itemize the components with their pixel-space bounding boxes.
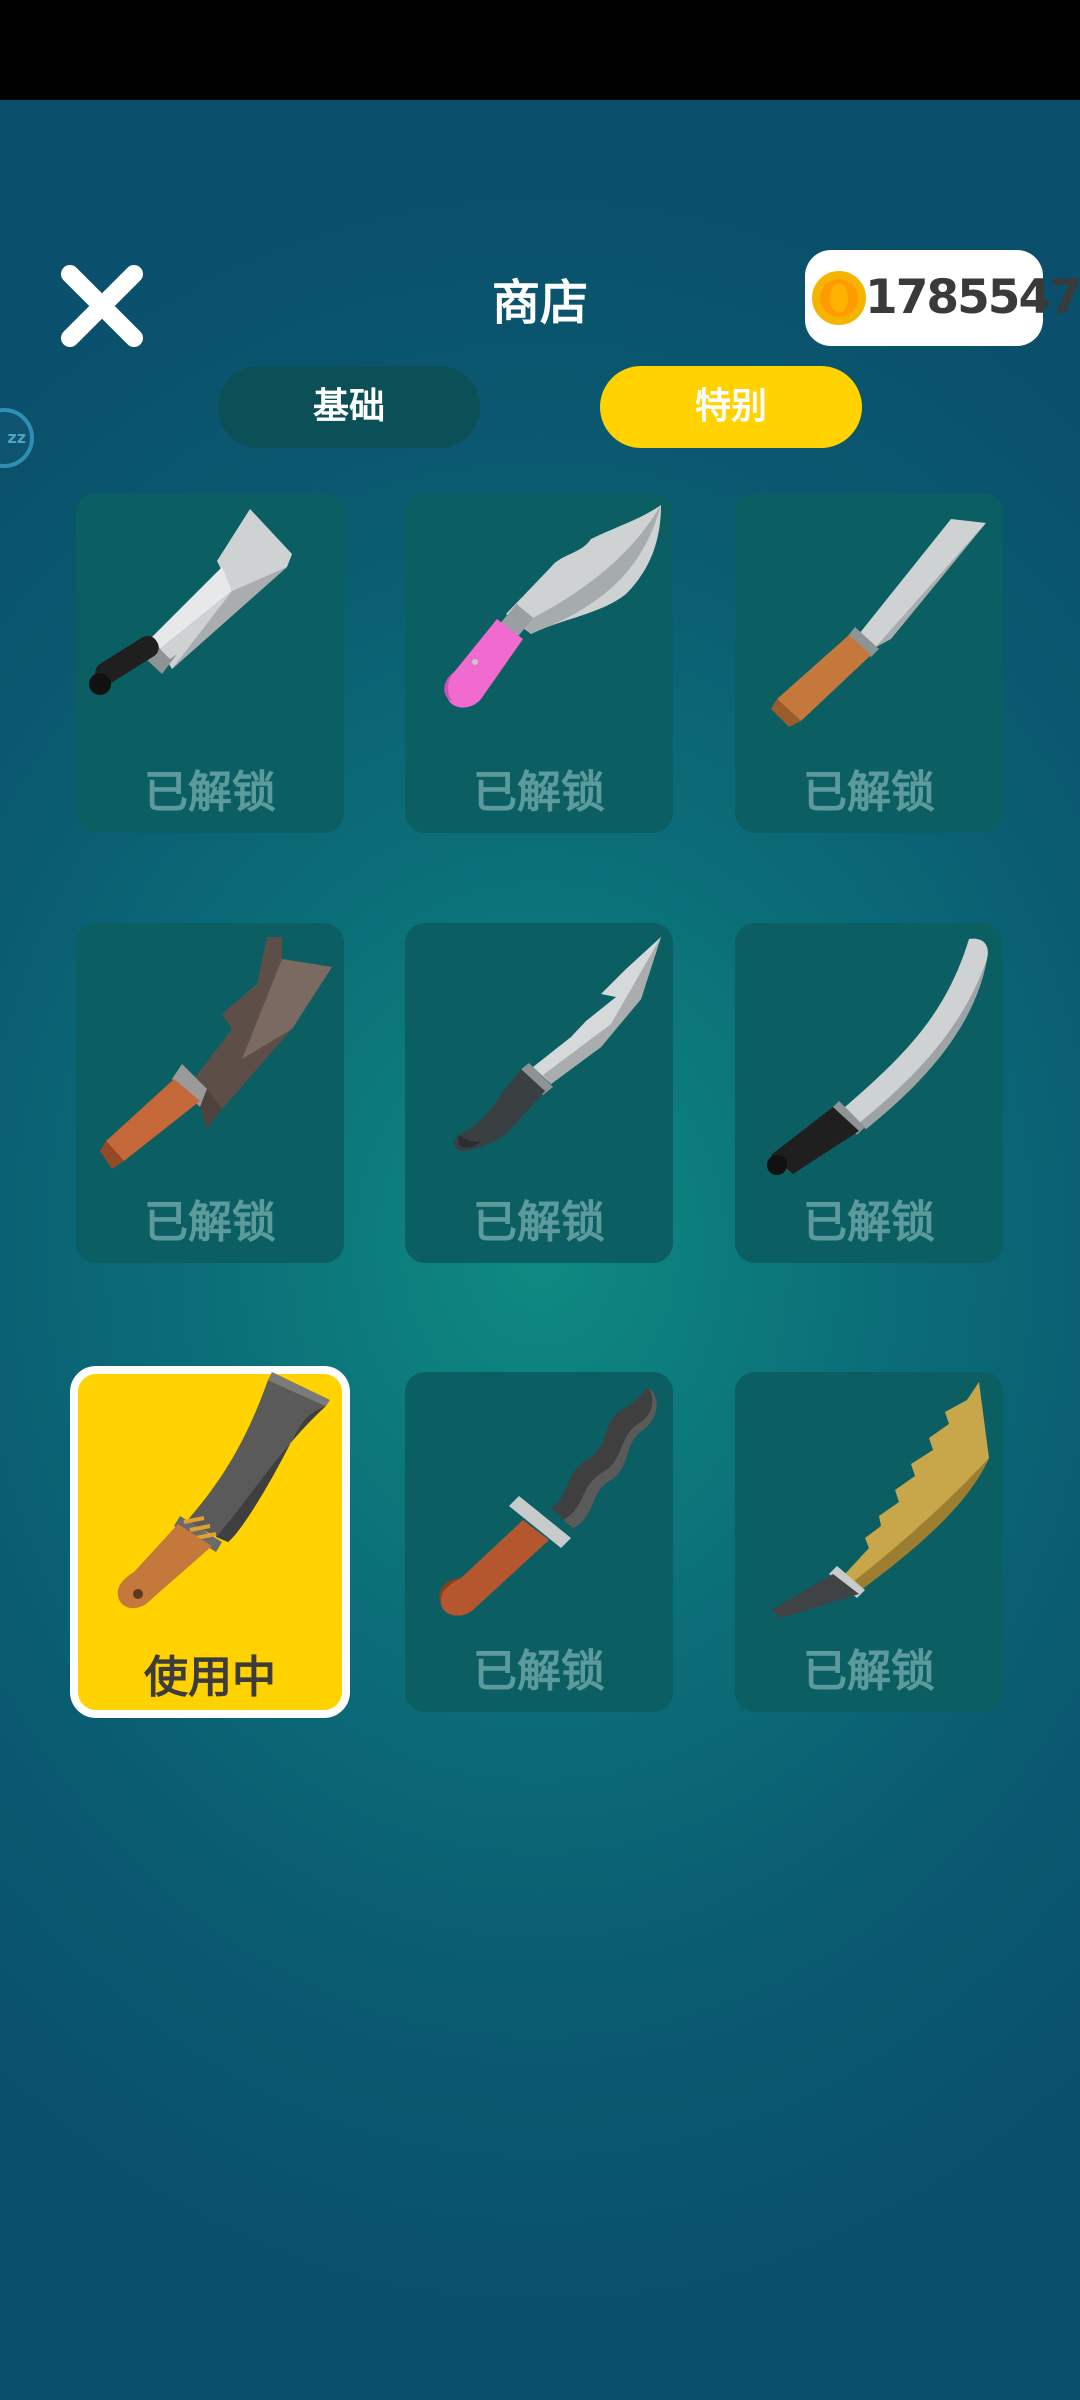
coin-icon — [809, 268, 869, 328]
shop-item-serrated-hunting-knife[interactable]: 已解锁 — [405, 923, 673, 1263]
side-sleep-badge[interactable]: zz — [0, 408, 34, 468]
item-status: 已解锁 — [473, 1197, 605, 1248]
machete-icon — [76, 1372, 332, 1628]
shop-item-pink-handle-hook-knife[interactable]: 已解锁 — [405, 493, 673, 833]
item-status: 已解锁 — [144, 1197, 276, 1248]
hunting-knife-icon — [411, 929, 667, 1185]
hook-knife-icon — [411, 499, 667, 755]
shop-item-rusty-notched-cleaver[interactable]: 已解锁 — [76, 923, 344, 1263]
item-status: 已解锁 — [803, 1197, 935, 1248]
serrated-sword-icon — [741, 1378, 997, 1634]
close-icon — [61, 265, 143, 347]
item-status: 已解锁 — [473, 1646, 605, 1697]
page-title: 商店 — [491, 275, 588, 331]
shop-item-black-handle-cleaver[interactable]: 已解锁 — [76, 493, 344, 833]
item-status: 使用中 — [144, 1652, 276, 1703]
notched-cleaver-icon — [82, 929, 338, 1185]
shop-item-golden-serrated-sword[interactable]: 已解锁 — [735, 1372, 1003, 1712]
coin-balance: 1785547 — [805, 250, 1080, 346]
scimitar-knife-icon — [741, 929, 997, 1185]
shop-item-curved-scimitar-knife[interactable]: 已解锁 — [735, 923, 1003, 1263]
shop-item-machete-blade[interactable]: 使用中 — [70, 1366, 350, 1718]
item-status: 已解锁 — [144, 767, 276, 818]
coin-count: 1785547 — [865, 270, 1080, 325]
item-status: 已解锁 — [803, 767, 935, 818]
status-bar — [0, 0, 1080, 100]
tab-basic[interactable]: 基础 — [218, 366, 480, 448]
tab-special[interactable]: 特别 — [600, 366, 862, 448]
shop-item-wood-handle-chef-knife[interactable]: 已解锁 — [735, 493, 1003, 833]
cleaver-knife-icon — [82, 499, 338, 755]
shop-item-wavy-kris-dagger[interactable]: 已解锁 — [405, 1372, 673, 1712]
chef-knife-icon — [741, 499, 997, 755]
kris-dagger-icon — [411, 1378, 667, 1634]
close-button[interactable] — [58, 262, 146, 350]
item-status: 已解锁 — [803, 1646, 935, 1697]
item-status: 已解锁 — [473, 767, 605, 818]
